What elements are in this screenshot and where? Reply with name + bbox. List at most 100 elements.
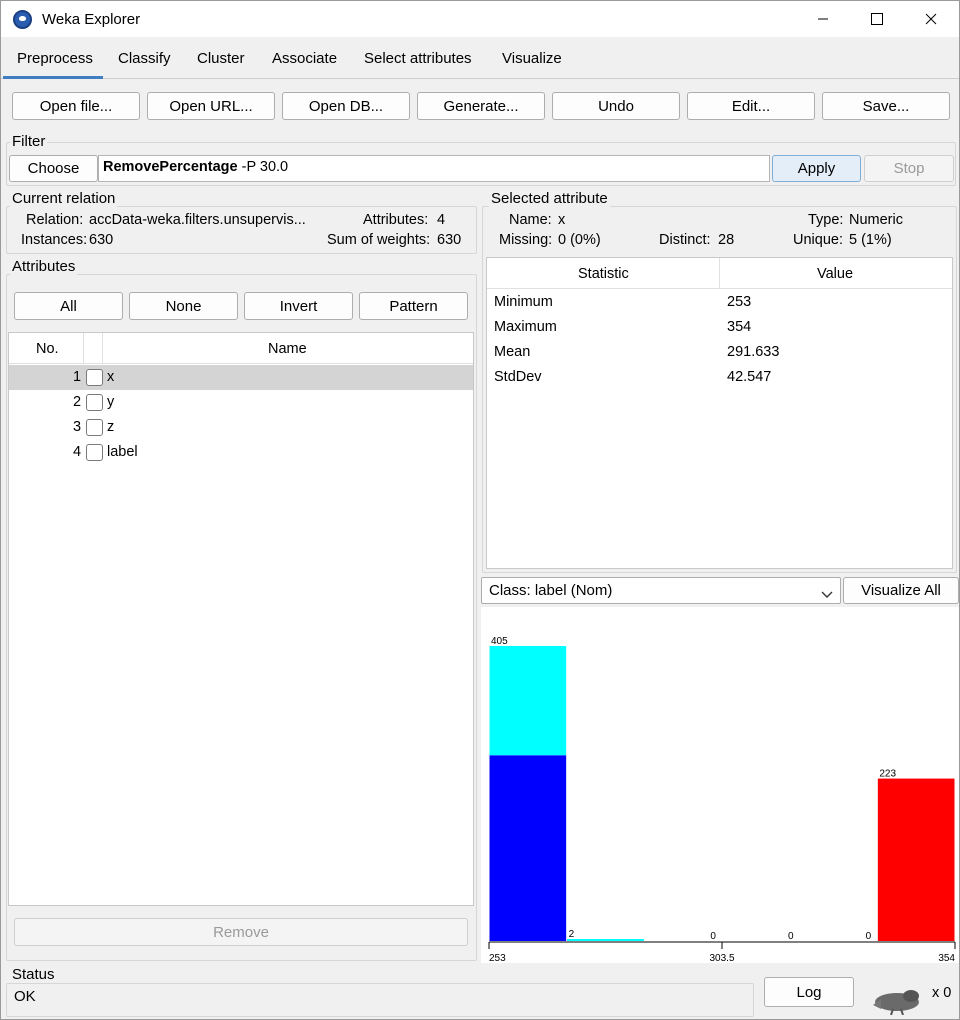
attr-missing-label: Missing: bbox=[499, 232, 553, 248]
instances-value: 630 bbox=[89, 232, 114, 248]
bar-count-label: 0 bbox=[788, 931, 794, 942]
status-group bbox=[6, 983, 754, 1017]
stop-button[interactable]: Stop bbox=[864, 155, 954, 182]
tab-preprocess[interactable]: Preprocess bbox=[17, 50, 93, 67]
weka-bird-icon[interactable] bbox=[867, 985, 925, 1016]
tab-classify[interactable]: Classify bbox=[118, 50, 171, 67]
attr-type-value: Numeric bbox=[849, 212, 903, 228]
close-icon[interactable] bbox=[904, 1, 958, 37]
attributes-count-value: 4 bbox=[437, 212, 446, 228]
stat-name: Maximum bbox=[494, 319, 557, 335]
sum-weights-value: 630 bbox=[437, 232, 462, 248]
attr-type-label: Type: bbox=[808, 212, 844, 228]
open-db-button[interactable]: Open DB... bbox=[282, 92, 410, 120]
attributes-count-label: Attributes: bbox=[363, 212, 429, 228]
bar-count-label: 223 bbox=[879, 769, 896, 780]
bar-count-label: 0 bbox=[866, 931, 872, 942]
selected-attribute-label: Selected attribute bbox=[489, 190, 610, 207]
pattern-button[interactable]: Pattern bbox=[359, 292, 468, 320]
attr-distinct-label: Distinct: bbox=[659, 232, 711, 248]
attributes-group-label: Attributes bbox=[10, 258, 78, 275]
attr-name-value: x bbox=[558, 212, 566, 228]
attr-unique-label: Unique: bbox=[793, 232, 843, 248]
histogram-bar bbox=[489, 755, 567, 941]
histogram-panel: 405 2 0 0 0 223 253 303.5 354 bbox=[481, 607, 959, 964]
stat-name: StdDev bbox=[494, 369, 542, 385]
bar-count-label: 2 bbox=[569, 929, 575, 940]
attribute-row-name[interactable]: label bbox=[107, 444, 138, 460]
col-no-header[interactable]: No. bbox=[36, 341, 59, 357]
choose-filter-button[interactable]: Choose bbox=[9, 155, 98, 182]
attribute-row-no: 2 bbox=[73, 394, 82, 410]
window-title: Weka Explorer bbox=[42, 11, 141, 28]
attribute-checkbox[interactable] bbox=[86, 419, 103, 436]
header-divider bbox=[83, 333, 84, 364]
chevron-down-icon bbox=[821, 586, 833, 602]
undo-button[interactable]: Undo bbox=[552, 92, 680, 120]
minimize-icon[interactable] bbox=[796, 1, 850, 37]
tab-visualize[interactable]: Visualize bbox=[502, 50, 562, 67]
attribute-row-name[interactable]: z bbox=[107, 419, 114, 435]
stat-value: 354 bbox=[727, 319, 752, 335]
attribute-row-name[interactable]: y bbox=[107, 394, 114, 410]
histogram-bar bbox=[877, 778, 955, 941]
tab-associate[interactable]: Associate bbox=[272, 50, 337, 67]
attribute-checkbox[interactable] bbox=[86, 444, 103, 461]
visualize-all-button[interactable]: Visualize All bbox=[843, 577, 959, 604]
tab-select-attributes[interactable]: Select attributes bbox=[364, 50, 472, 67]
filter-options: -P 30.0 bbox=[237, 159, 289, 175]
select-none-button[interactable]: None bbox=[129, 292, 238, 320]
select-all-button[interactable]: All bbox=[14, 292, 123, 320]
relation-label: Relation: bbox=[26, 212, 84, 228]
x-axis-tick-label: 303.5 bbox=[709, 953, 734, 963]
current-relation-label: Current relation bbox=[10, 190, 118, 207]
generate-button[interactable]: Generate... bbox=[417, 92, 545, 120]
sum-weights-label: Sum of weights: bbox=[327, 232, 431, 248]
filter-name: RemovePercentage bbox=[103, 159, 238, 175]
x-axis-tick-label: 354 bbox=[938, 953, 955, 963]
attribute-row-no: 4 bbox=[73, 444, 82, 460]
attribute-checkbox[interactable] bbox=[86, 394, 103, 411]
active-tab-indicator bbox=[3, 76, 103, 79]
bar-count-label: 405 bbox=[491, 636, 508, 647]
edit-button[interactable]: Edit... bbox=[687, 92, 815, 120]
header-divider bbox=[719, 258, 720, 289]
class-select-value: Class: label (Nom) bbox=[489, 582, 613, 599]
header-divider bbox=[102, 333, 103, 364]
col-value-header[interactable]: Value bbox=[817, 266, 853, 282]
attr-unique-value: 5 (1%) bbox=[849, 232, 892, 248]
stat-name: Minimum bbox=[494, 294, 553, 310]
tab-cluster[interactable]: Cluster bbox=[197, 50, 245, 67]
filter-spec-field[interactable]: RemovePercentage -P 30.0 bbox=[98, 155, 770, 182]
title-bar: Weka Explorer bbox=[1, 1, 959, 37]
bar-count-label: 0 bbox=[710, 931, 716, 942]
status-text: OK bbox=[14, 988, 36, 1005]
col-name-header[interactable]: Name bbox=[268, 341, 307, 357]
maximize-icon[interactable] bbox=[850, 1, 904, 37]
instances-label: Instances: bbox=[21, 232, 88, 248]
attribute-row-no: 3 bbox=[73, 419, 82, 435]
attr-name-label: Name: bbox=[509, 212, 552, 228]
attr-distinct-value: 28 bbox=[718, 232, 735, 248]
histogram-bar bbox=[567, 939, 644, 941]
stat-name: Mean bbox=[494, 344, 531, 360]
status-group-label: Status bbox=[10, 966, 57, 983]
stat-value: 42.547 bbox=[727, 369, 772, 385]
attribute-checkbox[interactable] bbox=[86, 369, 103, 386]
col-statistic-header[interactable]: Statistic bbox=[578, 266, 629, 282]
class-select[interactable]: Class: label (Nom) bbox=[481, 577, 841, 604]
stat-value: 291.633 bbox=[727, 344, 780, 360]
apply-button[interactable]: Apply bbox=[772, 155, 861, 182]
log-button[interactable]: Log bbox=[764, 977, 854, 1007]
histogram-bar bbox=[489, 646, 567, 756]
remove-button[interactable]: Remove bbox=[14, 918, 468, 946]
attribute-row-name[interactable]: x bbox=[107, 369, 114, 385]
stat-value: 253 bbox=[727, 294, 752, 310]
weka-app-icon bbox=[13, 10, 32, 29]
invert-selection-button[interactable]: Invert bbox=[244, 292, 353, 320]
open-url-button[interactable]: Open URL... bbox=[147, 92, 275, 120]
open-file-button[interactable]: Open file... bbox=[12, 92, 140, 120]
save-button[interactable]: Save... bbox=[822, 92, 950, 120]
filter-group-label: Filter bbox=[10, 133, 48, 150]
histogram-chart: 405 2 0 0 0 223 253 303.5 354 bbox=[488, 636, 956, 964]
